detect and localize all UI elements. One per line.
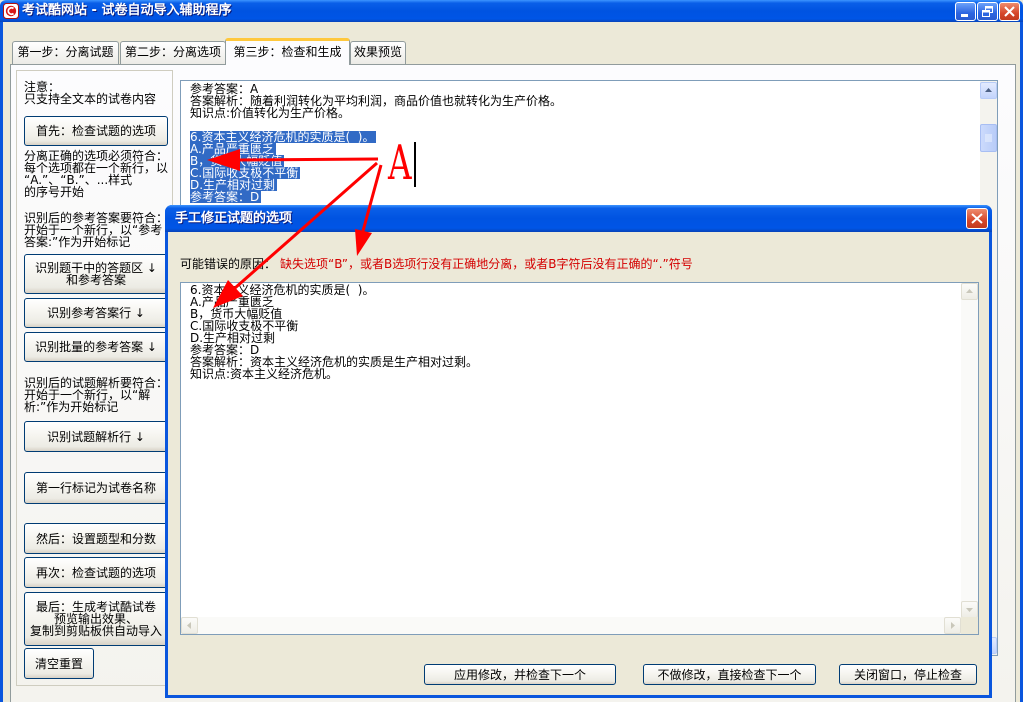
- check-options-button[interactable]: 首先：检查试题的选项: [24, 116, 168, 146]
- textarea-vertical-scrollbar[interactable]: [961, 283, 978, 618]
- detect-answer-area-button[interactable]: 识别题干中的答题区 ↓ 和参考答案: [24, 254, 168, 294]
- button-label: 应用修改，并检查下一个: [453, 667, 586, 682]
- set-question-types-button[interactable]: 然后：设置题型和分数: [24, 523, 168, 554]
- tab-label: 效果预览: [353, 45, 402, 59]
- button-label: 最后：生成考试酷试卷 预览输出效果、 复制到剪贴板供自动导入: [29, 600, 162, 638]
- tab-step3-check-generate[interactable]: 第三步：检查和生成: [225, 38, 350, 65]
- error-reason-label: 可能错误的原因：: [180, 257, 277, 271]
- window-frame-left: [0, 22, 3, 702]
- detect-batch-answers-button[interactable]: 识别批量的参考答案 ↓: [24, 332, 168, 362]
- line-text: 参考答案：D: [190, 190, 262, 204]
- generate-paper-button[interactable]: 最后：生成考试酷试卷 预览输出效果、 复制到剪贴板供自动导入: [24, 592, 168, 646]
- button-label: 首先：检查试题的选项: [35, 124, 156, 138]
- button-label: 识别参考答案行 ↓: [47, 306, 145, 320]
- detect-analysis-line-button[interactable]: 识别试题解析行 ↓: [24, 421, 168, 452]
- grip-icon: [985, 134, 992, 142]
- textarea-content: 6.资本主义经济危机的实质是( )。 A.产品严重匮乏 B，货币大幅贬值 C.国…: [190, 283, 479, 381]
- tab-step1-split-questions[interactable]: 第一步：分离试题: [12, 41, 119, 64]
- editor-line: 参考答案：D: [190, 191, 564, 203]
- error-reason-text: 缺失选项“B”，或者B选项行没有正确地分离，或者B字符后没有正确的“.”符号: [280, 257, 693, 271]
- dialog-title-bar[interactable]: 手工修正试题的选项: [165, 205, 992, 232]
- question-edit-textarea[interactable]: 6.资本主义经济危机的实质是( )。 A.产品严重匮乏 B，货币大幅贬值 C.国…: [180, 282, 979, 635]
- annotation-letter: A: [388, 135, 412, 191]
- close-and-stop-button[interactable]: 关闭窗口，停止检查: [839, 664, 977, 685]
- note-text: 注意： 只支持全文本的试卷内容: [24, 80, 157, 106]
- recheck-options-button[interactable]: 再次：检查试题的选项: [24, 557, 168, 588]
- button-label: 关闭窗口，停止检查: [853, 667, 962, 682]
- scroll-right-button[interactable]: [944, 617, 961, 634]
- tab-label: 第一步：分离试题: [17, 45, 114, 59]
- error-reason-row: 可能错误的原因： 缺失选项“B”，或者B选项行没有正确地分离，或者B字符后没有正确…: [180, 257, 693, 271]
- button-label: 清空重置: [34, 656, 83, 671]
- answer-rule-text: 识别后的参考答案要符合： 开始于一个新行，以“参考 答案:”作为开始标记: [24, 211, 169, 249]
- scroll-up-button[interactable]: [961, 283, 978, 300]
- button-label: 识别题干中的答题区 ↓ 和参考答案: [35, 261, 157, 287]
- tab-preview[interactable]: 效果预览: [350, 41, 406, 64]
- detect-answer-line-button[interactable]: 识别参考答案行 ↓: [24, 298, 168, 328]
- close-button[interactable]: [999, 2, 1020, 21]
- title-bar[interactable]: 考试酷网站 - 试卷自动导入辅助程序: [0, 0, 1023, 22]
- skip-and-next-button[interactable]: 不做修改，直接检查下一个: [643, 664, 816, 685]
- scrollbar-corner: [961, 617, 978, 634]
- fix-options-dialog: 手工修正试题的选项 可能错误的原因： 缺失选项“B”，或者B选项行没有正确地分离，…: [165, 205, 992, 698]
- button-label: 第一行标记为试卷名称: [35, 481, 156, 495]
- dialog-title: 手工修正试题的选项: [175, 211, 293, 226]
- button-label: 不做修改，直接检查下一个: [657, 667, 802, 682]
- text-caret: [414, 142, 416, 187]
- tab-label: 第三步：检查和生成: [233, 45, 342, 59]
- button-label: 识别批量的参考答案 ↓: [35, 340, 157, 354]
- line-text: 知识点:价值转化为生产价格。: [190, 106, 351, 120]
- reset-button[interactable]: 清空重置: [24, 648, 94, 679]
- window-title: 考试酷网站 - 试卷自动导入辅助程序: [22, 3, 232, 18]
- textarea-horizontal-scrollbar[interactable]: [181, 617, 961, 634]
- scroll-up-button[interactable]: [980, 82, 997, 99]
- editor-content: 参考答案：A 答案解析：随着利润转化为平均利润，商品价值也就转化为生产价格。 知…: [190, 83, 564, 203]
- tab-label: 第二步：分离选项: [124, 45, 221, 59]
- tab-step2-split-options[interactable]: 第二步：分离选项: [120, 41, 226, 64]
- button-label: 识别试题解析行 ↓: [47, 429, 145, 444]
- scroll-thumb[interactable]: [980, 124, 997, 152]
- button-label: 然后：设置题型和分数: [35, 531, 156, 546]
- scroll-left-button[interactable]: [181, 617, 198, 634]
- mark-paper-title-button[interactable]: 第一行标记为试卷名称: [24, 472, 168, 504]
- analysis-rule-text: 识别后的试题解析要符合： 开始于一个新行，以“解 析:”作为开始标记: [24, 376, 169, 414]
- editor-line: 知识点:价值转化为生产价格。: [190, 107, 564, 119]
- apply-and-next-button[interactable]: 应用修改，并检查下一个: [424, 664, 616, 685]
- button-label: 再次：检查试题的选项: [35, 565, 156, 580]
- app-logo-icon: [3, 3, 19, 19]
- option-rule-text: 分离正确的选项必须符合： 每个选项都在一个新行，以 “A.”、“B.”、...样…: [24, 149, 169, 199]
- minimize-button[interactable]: [955, 2, 976, 21]
- dialog-close-button[interactable]: [966, 208, 988, 229]
- scroll-down-button[interactable]: [961, 601, 978, 618]
- restore-button[interactable]: [977, 2, 998, 21]
